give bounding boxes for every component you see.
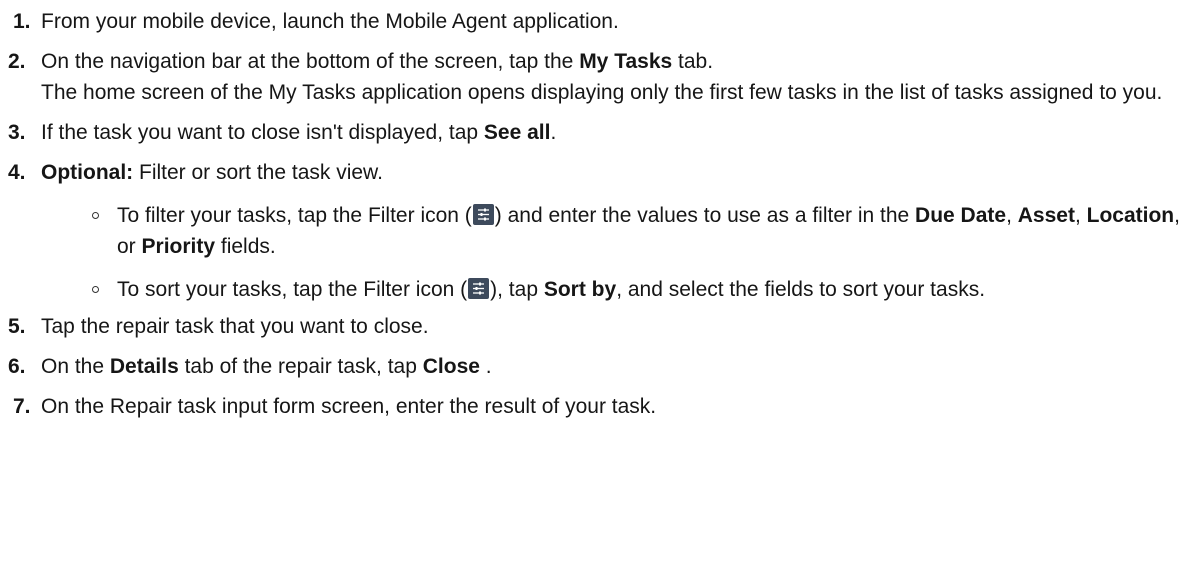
step-result: The home screen of the My Tasks applicat… (41, 81, 1163, 104)
step-text: On the Repair task input form screen, en… (41, 395, 657, 418)
filter-icon (472, 204, 494, 225)
ui-term-asset: Asset (1017, 204, 1075, 227)
step-3: 3. If the task you want to close isn't d… (0, 117, 1185, 148)
step-7: 7. On the Repair task input form screen,… (0, 391, 1185, 422)
step-number: 7. (13, 395, 31, 418)
procedure-steps: 1. From your mobile device, launch the M… (0, 0, 1185, 422)
ui-term-see-all: See all (483, 121, 551, 144)
step-number: 3. (8, 121, 26, 144)
bullet-icon (92, 286, 99, 293)
step-text: Tap the repair task that you want to clo… (41, 315, 429, 338)
ui-term-location: Location (1086, 204, 1175, 227)
optional-label: Optional: (41, 161, 134, 184)
step-text: tab. (672, 50, 714, 73)
ui-term-close: Close (422, 355, 480, 378)
substep-filter: To filter your tasks, tap the Filter ico… (92, 200, 1185, 262)
step-number: 5. (8, 315, 26, 338)
step-6: 6. On the Details tab of the repair task… (0, 351, 1185, 382)
bullet-icon (92, 212, 99, 219)
step-text: On the navigation bar at the bottom of t… (41, 50, 580, 73)
ui-term-details: Details (109, 355, 179, 378)
step-2: 2. On the navigation bar at the bottom o… (0, 46, 1185, 108)
step-text: If the task you want to close isn't disp… (41, 121, 484, 144)
step-5: 5. Tap the repair task that you want to … (0, 311, 1185, 342)
substep-sort: To sort your tasks, tap the Filter icon … (92, 274, 1185, 305)
step-text: Filter or sort the task view. (133, 161, 383, 184)
step-text: . (550, 121, 557, 144)
ui-term-sort-by: Sort by (543, 278, 617, 301)
ui-term-my-tasks: My Tasks (579, 50, 673, 73)
filter-icon (468, 278, 490, 299)
step-4: 4. Optional: Filter or sort the task vie… (0, 157, 1185, 305)
ui-term-due-date: Due Date (915, 204, 1007, 227)
step-number: 2. (8, 50, 26, 73)
step-1: 1. From your mobile device, launch the M… (0, 6, 1185, 37)
step-number: 6. (8, 355, 26, 378)
step-text: From your mobile device, launch the Mobi… (41, 10, 619, 33)
step-number: 1. (13, 10, 31, 33)
step-number: 4. (8, 161, 26, 184)
substep-list: To filter your tasks, tap the Filter ico… (41, 200, 1185, 305)
ui-term-priority: Priority (141, 235, 216, 258)
